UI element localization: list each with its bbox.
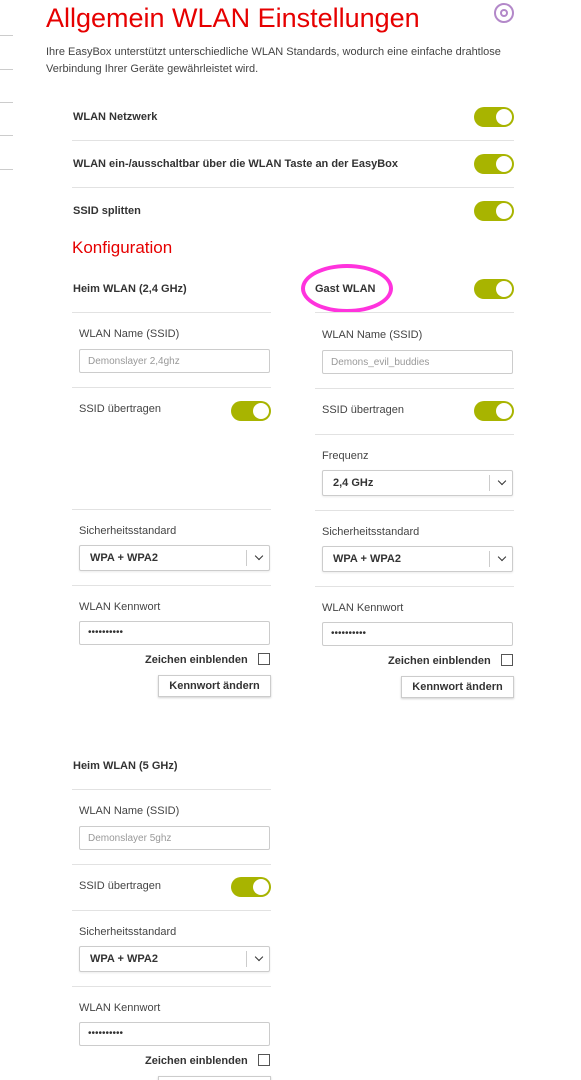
divider	[72, 312, 271, 313]
ssid-split-label: SSID splitten	[73, 205, 141, 217]
select-value: WPA + WPA2	[90, 953, 158, 965]
home-24-show-chars-label: Zeichen einblenden	[145, 654, 248, 666]
home-5-title: Heim WLAN (5 GHz)	[73, 760, 178, 772]
guest-ssid-label: WLAN Name (SSID)	[322, 329, 423, 341]
chevron-down-icon	[254, 952, 264, 962]
guest-password-label: WLAN Kennwort	[322, 602, 404, 614]
home-24-title: Heim WLAN (2,4 GHz)	[73, 283, 187, 295]
home-5-show-chars-label: Zeichen einblenden	[145, 1055, 248, 1067]
guest-enable-toggle[interactable]	[474, 279, 514, 299]
select-value: WPA + WPA2	[333, 553, 401, 565]
wlan-button-label: WLAN ein-/ausschaltbar über die WLAN Tas…	[73, 158, 398, 170]
home-24-change-password-button[interactable]: Kennwort ändern	[158, 675, 271, 697]
wlan-network-toggle[interactable]	[474, 107, 514, 127]
home-5-password-input[interactable]: ••••••••••	[79, 1022, 270, 1046]
select-value: WPA + WPA2	[90, 552, 158, 564]
divider	[315, 586, 514, 587]
home-24-password-input[interactable]: ••••••••••	[79, 621, 270, 645]
home-5-change-password-button[interactable]	[158, 1076, 271, 1080]
divider	[72, 864, 271, 865]
divider	[72, 509, 271, 510]
divider	[72, 986, 271, 987]
wlan-network-label: WLAN Netzwerk	[73, 111, 158, 123]
chevron-down-icon	[497, 552, 507, 562]
home-24-ssid-input[interactable]	[79, 349, 270, 373]
home-5-password-label: WLAN Kennwort	[79, 1002, 161, 1014]
sidebar-divider	[0, 169, 13, 170]
chevron-down-icon	[254, 551, 264, 561]
select-divider	[489, 551, 490, 567]
guest-ssid-input[interactable]	[322, 350, 513, 374]
guest-frequency-label: Frequenz	[322, 450, 369, 462]
select-value: 2,4 GHz	[333, 477, 374, 489]
divider	[72, 387, 271, 388]
select-divider	[246, 951, 247, 967]
divider	[72, 789, 271, 790]
home-24-security-select[interactable]: WPA + WPA2	[79, 545, 270, 571]
sidebar-divider	[0, 135, 13, 136]
guest-broadcast-toggle[interactable]	[474, 401, 514, 421]
divider	[72, 187, 514, 188]
home-24-security-label: Sicherheitsstandard	[79, 525, 177, 537]
select-divider	[489, 475, 490, 491]
guest-change-password-button[interactable]: Kennwort ändern	[401, 676, 514, 698]
divider	[315, 510, 514, 511]
divider	[72, 585, 271, 586]
sidebar-divider	[0, 69, 13, 70]
page-title: Allgemein WLAN Einstellungen	[46, 3, 420, 33]
guest-show-chars-checkbox[interactable]	[501, 654, 513, 666]
home-5-security-select[interactable]: WPA + WPA2	[79, 946, 270, 972]
home-24-ssid-label: WLAN Name (SSID)	[79, 328, 180, 340]
guest-password-input[interactable]: ••••••••••	[322, 622, 513, 646]
guest-security-select[interactable]: WPA + WPA2	[322, 546, 513, 572]
home-5-broadcast-label: SSID übertragen	[79, 880, 161, 892]
sidebar-divider	[0, 35, 13, 36]
home-5-security-label: Sicherheitsstandard	[79, 926, 177, 938]
home-24-show-chars-checkbox[interactable]	[258, 653, 270, 665]
home-5-ssid-input[interactable]	[79, 826, 270, 850]
guest-broadcast-label: SSID übertragen	[322, 404, 404, 416]
ssid-split-toggle[interactable]	[474, 201, 514, 221]
wlan-button-toggle[interactable]	[474, 154, 514, 174]
help-icon[interactable]	[494, 3, 514, 23]
divider	[315, 312, 514, 313]
home-24-broadcast-label: SSID übertragen	[79, 403, 161, 415]
config-heading: Konfiguration	[72, 238, 173, 257]
home-5-ssid-label: WLAN Name (SSID)	[79, 805, 180, 817]
divider	[72, 140, 514, 141]
home-24-broadcast-toggle[interactable]	[231, 401, 271, 421]
divider	[315, 388, 514, 389]
guest-security-label: Sicherheitsstandard	[322, 526, 420, 538]
divider	[72, 910, 271, 911]
chevron-down-icon	[497, 476, 507, 486]
home-5-broadcast-toggle[interactable]	[231, 877, 271, 897]
page-subtitle: Ihre EasyBox unterstützt unterschiedlich…	[46, 46, 501, 75]
sidebar-divider	[0, 102, 13, 103]
select-divider	[246, 550, 247, 566]
home-24-password-label: WLAN Kennwort	[79, 601, 161, 613]
home-5-show-chars-checkbox[interactable]	[258, 1054, 270, 1066]
guest-frequency-select[interactable]: 2,4 GHz	[322, 470, 513, 496]
guest-show-chars-label: Zeichen einblenden	[388, 655, 491, 667]
highlight-circle	[301, 264, 393, 313]
divider	[315, 434, 514, 435]
